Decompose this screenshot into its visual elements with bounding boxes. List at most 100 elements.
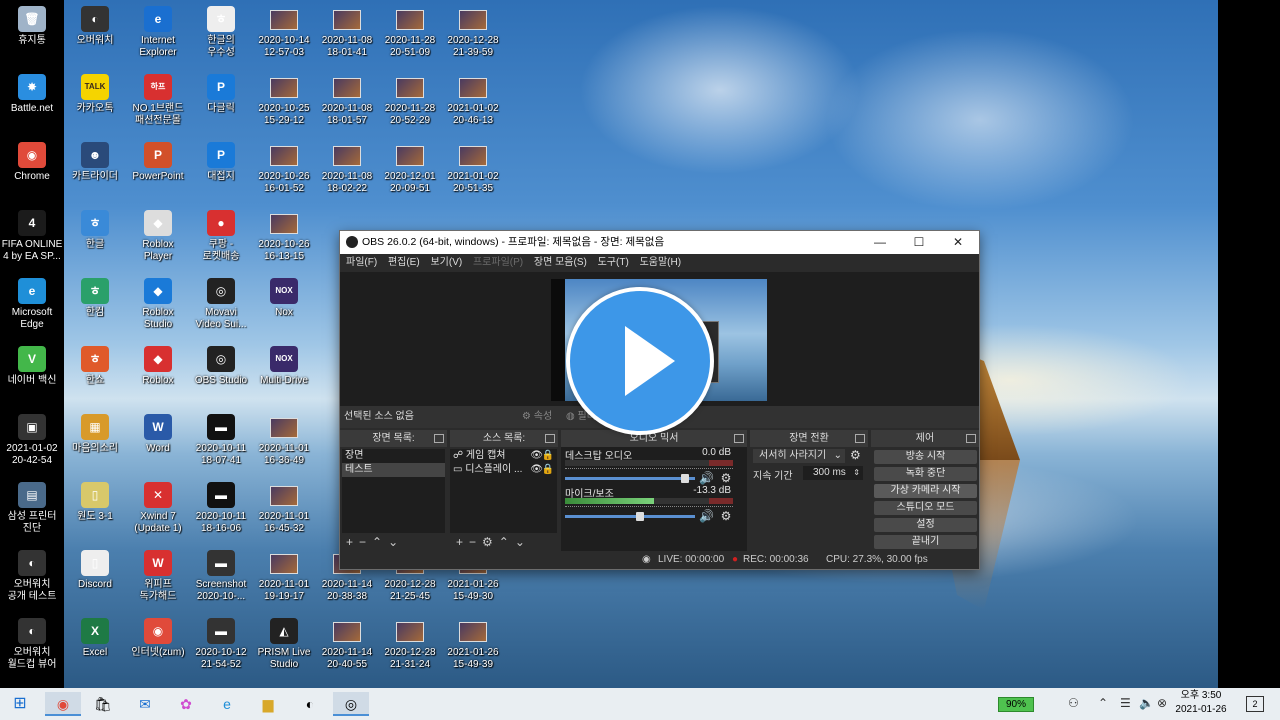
source-item[interactable]: ▭ 디스플레이 ... 👁 🔒 [450, 463, 557, 477]
wifi-icon[interactable]: ☰ [1120, 696, 1131, 710]
menu-edit[interactable]: 편집(E) [388, 257, 420, 268]
desktop-icon[interactable]: 4 FIFA ONLINE 4 by EA SP... [0, 204, 64, 272]
desktop-icon[interactable]: ▯ Discord [63, 544, 127, 612]
desktop-icon[interactable]: 2020-11-28 20-52-29 [378, 68, 442, 136]
desktop-icon[interactable]: ◆ Roblox Studio [126, 272, 190, 340]
desktop-icon[interactable]: 2020-10-26 16-01-52 [252, 136, 316, 204]
desktop-icon[interactable]: 2020-11-08 18-02-22 [315, 136, 379, 204]
gear-icon[interactable]: ⚙ [719, 471, 733, 485]
desktop-icon[interactable]: ㅎ 한쇼 [63, 340, 127, 408]
desktop-icon[interactable]: 🗑 휴지통 [0, 0, 64, 68]
mixer-dock-popout-icon[interactable] [734, 434, 744, 443]
desktop-icon[interactable]: ▦ 마음의소리 [63, 408, 127, 476]
transition-gear-icon[interactable]: ⚙ [850, 448, 861, 462]
desktop-icon[interactable]: ㅎ 한컴 [63, 272, 127, 340]
add-scene-icon[interactable]: + [346, 535, 353, 549]
store-taskbar-icon[interactable]: 🛍 [85, 692, 121, 716]
obs-titlebar[interactable]: OBS 26.0.2 (64-bit, windows) - 프로파일: 제목없… [340, 231, 979, 254]
transition-select[interactable]: 서서히 사라지기 ⌄ [753, 449, 845, 463]
scene-item[interactable]: 장면 [342, 449, 445, 463]
video-play-button[interactable] [566, 287, 714, 435]
desktop-icon[interactable]: 2020-11-28 20-51-09 [378, 0, 442, 68]
network-off-icon[interactable]: ⊗ [1157, 696, 1167, 710]
desktop-icon[interactable]: P 대접지 [189, 136, 253, 204]
desktop-icon[interactable]: 2021-01-02 20-46-13 [441, 68, 505, 136]
battery-indicator[interactable]: 90% [998, 697, 1034, 712]
desktop-icon[interactable]: ▤ 삼성 프린터 진단 [0, 476, 64, 544]
notification-center-icon[interactable]: 2 [1246, 696, 1264, 712]
duration-input[interactable]: 300 ms ⇕ [803, 466, 863, 480]
scenes-list[interactable]: 장면 테스트 [342, 449, 445, 533]
desktop-icon[interactable]: ▬ 2020-10-11 18-16-06 [189, 476, 253, 544]
volume-slider-knob[interactable] [680, 474, 689, 483]
close-icon[interactable]: ✕ [938, 231, 978, 254]
source-settings-icon[interactable]: ⚙ [482, 535, 493, 549]
overwatch-taskbar-icon[interactable]: ◐ [292, 692, 328, 716]
minimize-icon[interactable]: — [860, 231, 900, 254]
desktop-icon[interactable]: P 다글릭 [189, 68, 253, 136]
desktop-icon[interactable]: P PowerPoint [126, 136, 190, 204]
scene-item[interactable]: 테스트 [342, 463, 445, 477]
properties-button[interactable]: ⚙ 속성 [522, 406, 552, 428]
desktop-icon[interactable]: X Excel [63, 612, 127, 680]
desktop-icon[interactable]: ◉ 인터넷(zum) [126, 612, 190, 680]
desktop-icon[interactable]: ◆ Roblox [126, 340, 190, 408]
desktop-icon[interactable]: e Microsoft Edge [0, 272, 64, 340]
scenes-dock-popout-icon[interactable] [434, 434, 444, 443]
desktop-icon[interactable]: 2020-12-28 21-39-59 [441, 0, 505, 68]
menu-scene-collection[interactable]: 장면 모음(S) [534, 257, 587, 268]
desktop-icon[interactable]: V 네이버 백신 [0, 340, 64, 408]
desktop-icon[interactable]: 2020-11-01 16-36-49 [252, 408, 316, 476]
menu-tools[interactable]: 도구(T) [598, 257, 629, 268]
desktop-icon[interactable]: ◐ 오버워치 월드컵 뷰어 [0, 612, 64, 680]
desktop-icon[interactable]: ◉ Chrome [0, 136, 64, 204]
volume-slider[interactable] [565, 474, 695, 483]
desktop-icon[interactable]: ◭ PRISM Live Studio [252, 612, 316, 680]
desktop-icon[interactable]: ㅎ 한글의 우수성 [189, 0, 253, 68]
edge-taskbar-icon[interactable]: e [209, 692, 245, 716]
exit-button[interactable]: 끝내기 [874, 535, 977, 549]
lock-icon[interactable]: 🔒 [542, 449, 554, 463]
desktop-icon[interactable]: ▬ 2020-10-11 18-07-41 [189, 408, 253, 476]
sources-dock-popout-icon[interactable] [545, 434, 555, 443]
desktop-icon[interactable]: ◎ OBS Studio [189, 340, 253, 408]
desktop-icon[interactable]: 2020-11-01 16-45-32 [252, 476, 316, 544]
desktop-icon[interactable]: e Internet Explorer [126, 0, 190, 68]
desktop-icon[interactable]: ▬ 2020-10-12 21-54-52 [189, 612, 253, 680]
desktop-icon[interactable]: 2020-12-28 21-31-24 [378, 612, 442, 680]
lock-icon[interactable]: 🔒 [542, 463, 554, 477]
mail-taskbar-icon[interactable]: ✉ [127, 692, 163, 716]
paint-taskbar-icon[interactable]: ✿ [168, 692, 204, 716]
taskbar-clock[interactable]: 오후 3:50 2021-01-26 [1170, 689, 1232, 717]
remove-source-icon[interactable]: − [469, 535, 476, 549]
start-virtual-camera-button[interactable]: 가상 카메라 시작 [874, 484, 977, 498]
add-source-icon[interactable]: + [456, 535, 463, 549]
people-icon[interactable]: ⚇ [1068, 696, 1079, 710]
obs-taskbar-icon[interactable]: ◎ [333, 692, 369, 716]
desktop-icon[interactable]: 2021-01-02 20-51-35 [441, 136, 505, 204]
speaker-icon[interactable]: 🔊 [699, 471, 714, 485]
volume-slider-knob[interactable] [635, 512, 644, 521]
stop-recording-button[interactable]: 녹화 중단 [874, 467, 977, 481]
speaker-icon[interactable]: 🔈 [1139, 696, 1154, 710]
desktop-icon[interactable]: TALK 카카오톡 [63, 68, 127, 136]
desktop-icon[interactable]: ◎ Movavi Video Sui... [189, 272, 253, 340]
move-down-icon[interactable]: ⌄ [388, 535, 398, 549]
desktop-icon[interactable]: 2020-10-25 15-29-12 [252, 68, 316, 136]
source-item[interactable]: ☍ 게임 캡쳐 👁 🔒 [450, 449, 557, 463]
menu-help[interactable]: 도움말(H) [640, 257, 681, 268]
desktop-icon[interactable]: NOX Nox [252, 272, 316, 340]
desktop-icon[interactable]: ◐ 오버워치 [63, 0, 127, 68]
desktop-icon[interactable]: ▬ Screenshot 2020-10-... [189, 544, 253, 612]
desktop-icon[interactable]: NOX Multi-Drive [252, 340, 316, 408]
start-windows-icon[interactable]: ⊞ [2, 692, 38, 716]
gear-icon[interactable]: ⚙ [719, 509, 733, 523]
desktop-icon[interactable]: 2020-11-14 20-40-55 [315, 612, 379, 680]
desktop-icon[interactable]: ✸ Battle.net [0, 68, 64, 136]
desktop-icon[interactable]: ● 쿠팡 - 로켓배송 [189, 204, 253, 272]
stepper-icon[interactable]: ⇕ [853, 466, 860, 480]
desktop-icon[interactable]: 2020-11-01 19-19-17 [252, 544, 316, 612]
chevron-up-icon[interactable]: ⌃ [1098, 696, 1108, 710]
desktop-icon[interactable]: 2020-11-08 18-01-57 [315, 68, 379, 136]
desktop-icon[interactable]: ▯ 원도 3-1 [63, 476, 127, 544]
